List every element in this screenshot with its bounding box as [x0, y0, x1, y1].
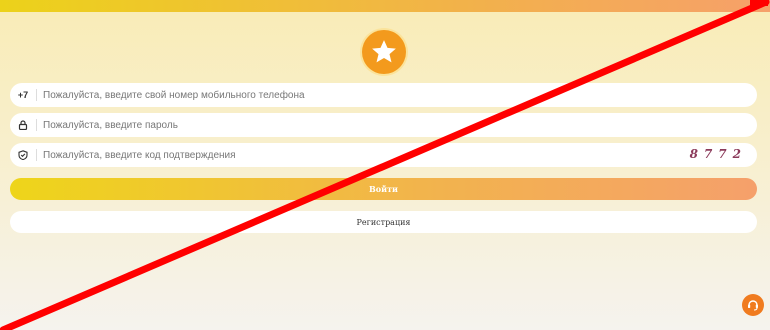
- top-gradient-bar: [0, 0, 770, 12]
- shield-icon: [10, 150, 36, 160]
- login-button[interactable]: Войти: [10, 178, 757, 200]
- phone-input-placeholder: Пожалуйста, введите свой номер мобильног…: [43, 89, 305, 101]
- code-input-placeholder: Пожалуйста, введите код подтверждения: [43, 149, 236, 161]
- phone-field[interactable]: +7 Пожалуйста, введите свой номер мобиль…: [10, 83, 757, 107]
- chat-support-icon: [748, 300, 758, 311]
- divider: [36, 119, 37, 131]
- star-icon: [372, 40, 396, 63]
- captcha-image[interactable]: 8772: [690, 147, 747, 161]
- password-field[interactable]: Пожалуйста, введите пароль: [10, 113, 757, 137]
- divider: [36, 89, 37, 101]
- password-input-placeholder: Пожалуйста, введите пароль: [43, 119, 178, 131]
- verification-code-field[interactable]: Пожалуйста, введите код подтверждения 87…: [10, 143, 757, 167]
- support-button[interactable]: [742, 294, 764, 316]
- logo: [362, 30, 406, 74]
- register-button[interactable]: Регистрация: [10, 211, 757, 233]
- lock-icon: [10, 120, 36, 130]
- country-code: +7: [17, 90, 29, 100]
- divider: [36, 149, 37, 161]
